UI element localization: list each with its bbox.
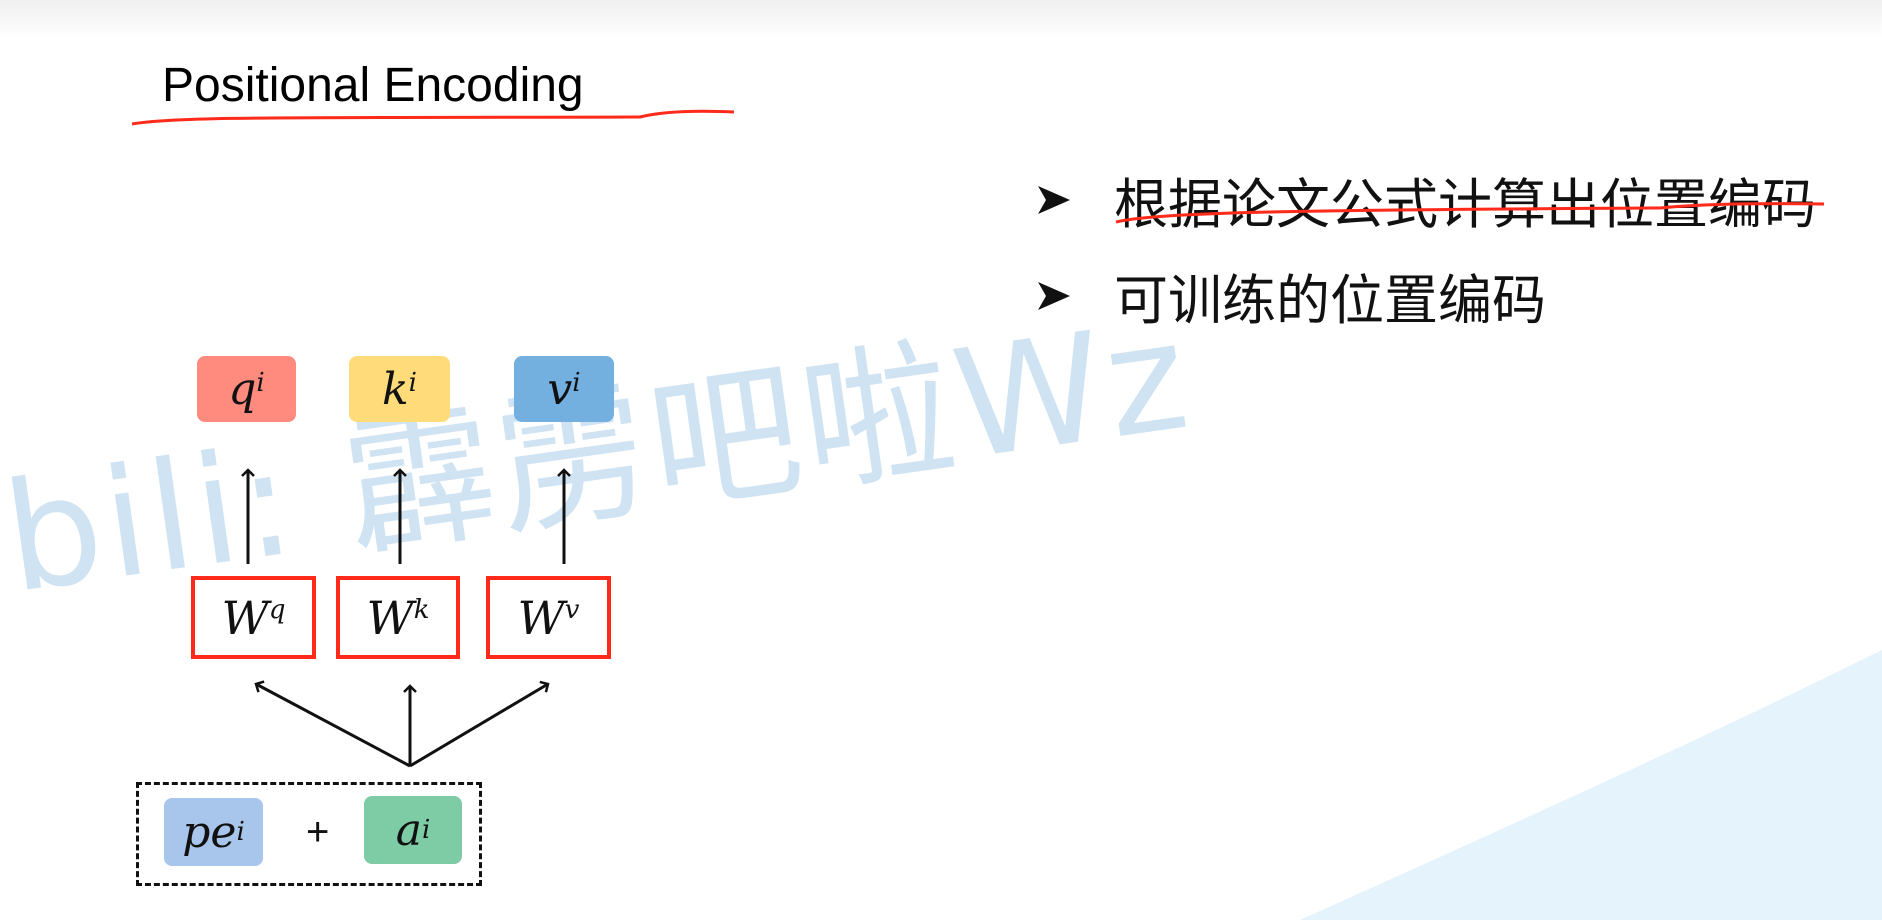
weight-q-box: Wq	[191, 576, 316, 659]
weight-base: W	[366, 590, 414, 645]
key-sup: i	[408, 368, 417, 398]
value-base: v	[547, 363, 573, 415]
query-sup: i	[256, 368, 265, 398]
arrow-input-wq	[254, 680, 411, 768]
value-sup: i	[572, 368, 581, 398]
weight-base: W	[517, 590, 565, 645]
query-box: qi	[197, 356, 296, 422]
key-base: k	[382, 363, 409, 415]
weight-k-box: Wk	[336, 576, 460, 659]
weight-sup: v	[564, 594, 580, 625]
title-underline	[131, 109, 735, 126]
weight-base: W	[221, 590, 269, 645]
query-base: q	[228, 363, 257, 415]
plus-operator: +	[306, 810, 330, 854]
weight-sup: q	[268, 594, 286, 625]
input-embedding-box: ai	[364, 796, 462, 864]
pe-base: pe	[182, 806, 237, 858]
value-box: vi	[514, 356, 614, 422]
arrow-input-wv	[409, 680, 550, 768]
positional-encoding-box: pe i	[164, 798, 263, 866]
weight-v-box: Wv	[486, 576, 611, 659]
weight-sup: k	[413, 594, 430, 625]
key-box: ki	[349, 356, 450, 422]
a-sub: i	[421, 815, 431, 845]
a-base: a	[395, 804, 422, 856]
bullet-underline	[1115, 202, 1825, 224]
pe-sub: i	[236, 817, 245, 847]
